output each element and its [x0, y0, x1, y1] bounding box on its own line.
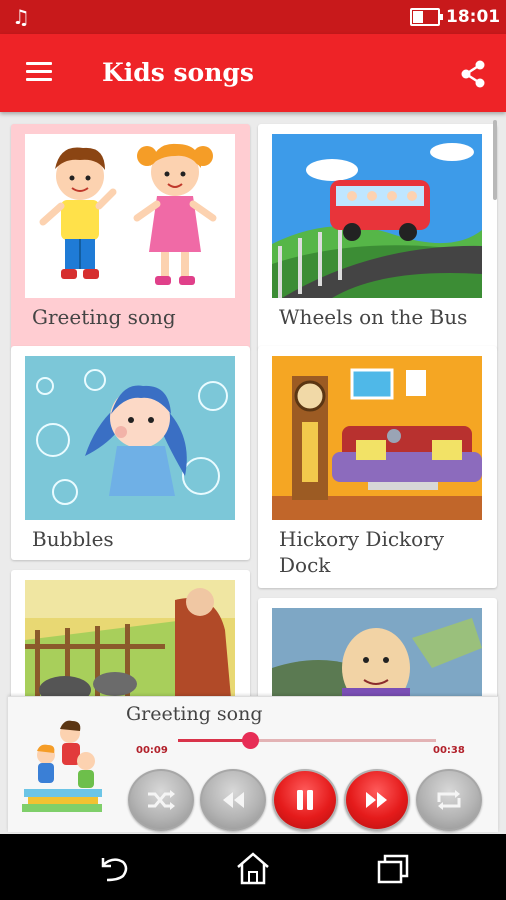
status-bar: ♫ 18:01 [0, 0, 506, 34]
navigation-bar [0, 834, 506, 900]
song-card-wheels-on-the-bus[interactable]: Wheels on the Bus [258, 124, 497, 350]
seek-progress [178, 739, 251, 742]
now-playing-artwork [20, 715, 112, 815]
shuffle-button[interactable] [128, 769, 194, 831]
greeting-song-thumbnail [25, 134, 235, 298]
song-title: Bubbles [32, 527, 114, 551]
now-playing-title: Greeting song [126, 703, 263, 725]
seek-thumb[interactable] [242, 732, 260, 749]
fast-forward-icon [366, 792, 387, 808]
pause-icon [297, 790, 313, 810]
status-clock: 18:01 [446, 7, 501, 27]
song-card-hickory-dickory-dock[interactable]: Hickory Dickory Dock [258, 346, 497, 588]
song-title: Greeting song [32, 305, 176, 329]
repeat-button[interactable] [416, 769, 482, 831]
recent-apps-icon[interactable] [373, 850, 413, 886]
rewind-icon [223, 792, 244, 808]
song-card-greeting[interactable]: Greeting song [11, 124, 250, 350]
app-bar: Kids songs [0, 34, 506, 112]
pause-button[interactable] [272, 769, 338, 831]
now-playing-bar: Greeting song 00:09 00:38 [8, 696, 498, 832]
share-icon[interactable] [458, 60, 488, 88]
song-card[interactable] [11, 570, 250, 696]
scrollbar[interactable] [493, 120, 497, 200]
menu-icon[interactable] [26, 62, 54, 84]
fast-forward-button[interactable] [344, 769, 410, 831]
app-title: Kids songs [102, 58, 254, 87]
bubbles-thumbnail [25, 356, 235, 520]
total-time: 00:38 [433, 745, 465, 756]
song-thumbnail [25, 580, 235, 696]
song-grid: Greeting song Wheels on the Bus Bubbles … [0, 112, 506, 696]
song-card-bubbles[interactable]: Bubbles [11, 346, 250, 560]
hickory-dickory-dock-thumbnail [272, 356, 482, 520]
rewind-button[interactable] [200, 769, 266, 831]
battery-icon [410, 8, 443, 26]
home-icon[interactable] [233, 850, 273, 886]
song-title: Hickory Dickory Dock [279, 527, 445, 577]
shuffle-icon [148, 790, 175, 810]
wheels-on-the-bus-thumbnail [272, 134, 482, 298]
song-title: Wheels on the Bus [279, 305, 468, 329]
song-card[interactable] [258, 598, 497, 696]
repeat-icon [437, 790, 461, 810]
music-note-icon: ♫ [12, 5, 30, 29]
elapsed-time: 00:09 [136, 745, 168, 756]
back-icon[interactable] [93, 850, 133, 886]
song-thumbnail [272, 608, 482, 696]
